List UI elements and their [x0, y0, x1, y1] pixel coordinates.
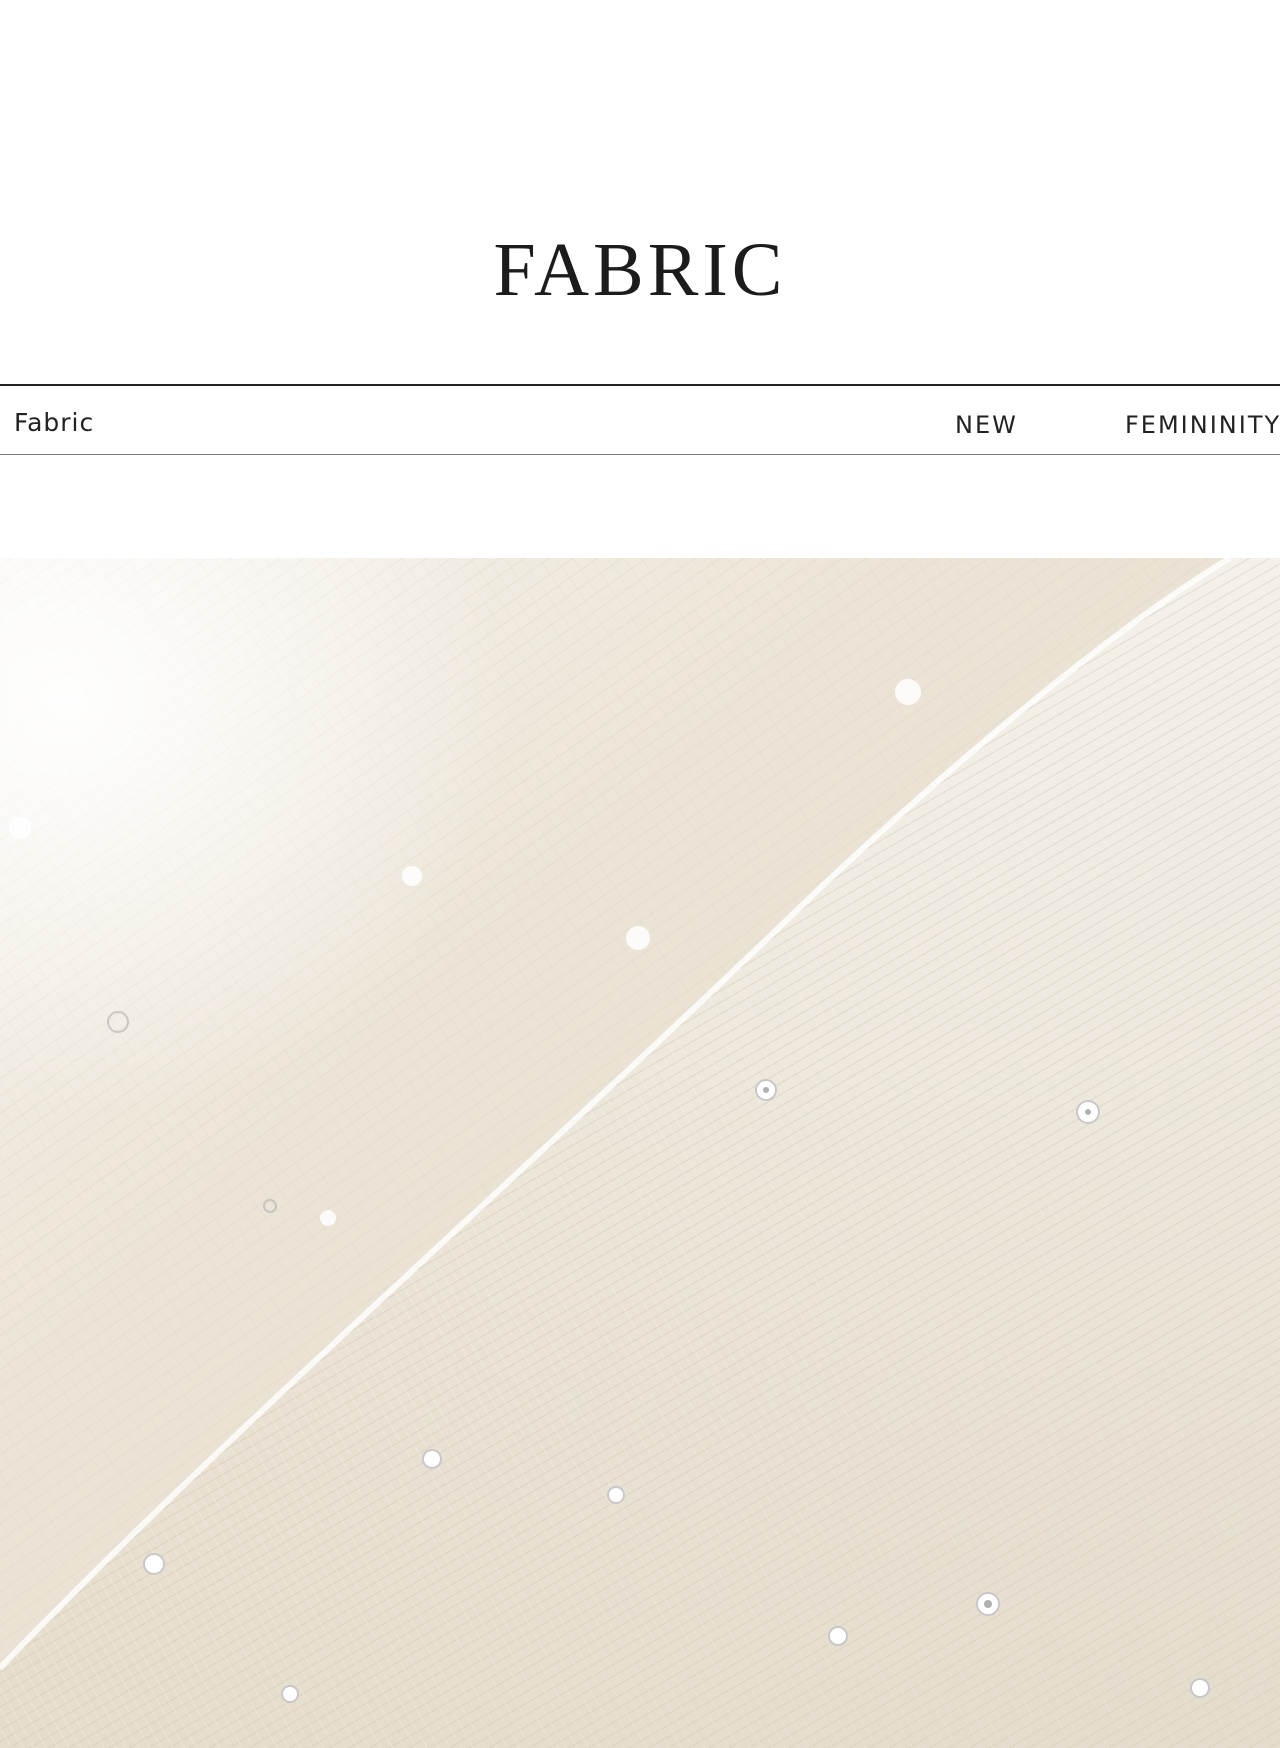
page-title: FABRIC — [493, 228, 787, 312]
label-band: Fabric NEW FEMININITY — [0, 384, 1280, 455]
band-new-label: NEW — [955, 411, 1018, 439]
band-femininity-label: FEMININITY — [1125, 411, 1280, 439]
band-left-label: Fabric — [14, 408, 95, 437]
fabric-image — [0, 558, 1280, 1748]
fabric-photo — [0, 558, 1280, 1748]
